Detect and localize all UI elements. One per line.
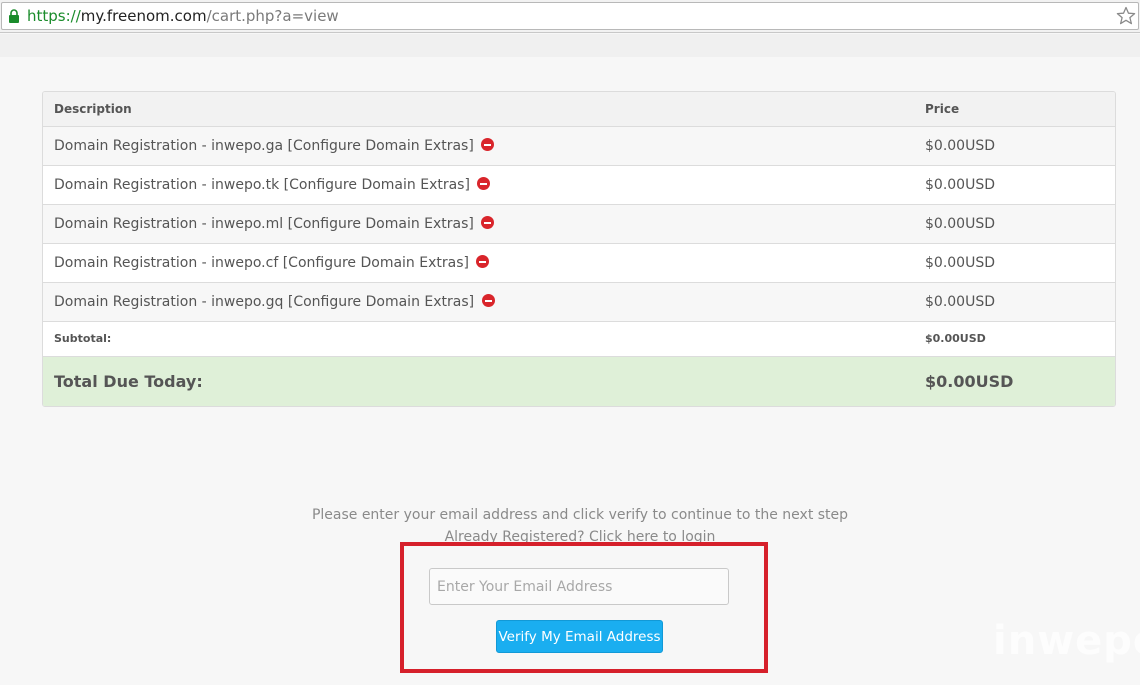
remove-item-icon[interactable] — [481, 294, 495, 307]
url-host: my.freenom.com — [80, 7, 207, 25]
description-column-header: Description — [54, 102, 132, 116]
url-scheme: https:// — [27, 7, 81, 25]
price-column-header: Price — [925, 102, 960, 116]
lock-icon — [9, 9, 19, 23]
cart-item-description: Domain Registration - inwepo.tk [Configu… — [54, 177, 491, 193]
url-text: https://my.freenom.com/cart.php?a=view — [27, 7, 339, 25]
bookmark-star-icon[interactable] — [1116, 6, 1136, 26]
cart-item-price: $0.00USD — [925, 177, 995, 193]
toolbar-strip — [0, 34, 1140, 57]
cart-item-row: Domain Registration - inwepo.tk [Configu… — [43, 166, 1115, 205]
verify-instructions: Please enter your email address and clic… — [311, 507, 849, 523]
cart-item-label[interactable]: Domain Registration - inwepo.ml [Configu… — [54, 216, 474, 232]
url-field[interactable]: https://my.freenom.com/cart.php?a=view — [1, 2, 1139, 30]
cart-item-price: $0.00USD — [925, 138, 995, 154]
subtotal-value: $0.00USD — [925, 332, 986, 345]
remove-item-icon[interactable] — [476, 255, 490, 268]
subtotal-row: Subtotal: $0.00USD — [43, 322, 1115, 357]
verify-email-button[interactable]: Verify My Email Address — [496, 620, 663, 653]
cart-item-price: $0.00USD — [925, 294, 995, 310]
cart-item-row: Domain Registration - inwepo.cf [Configu… — [43, 244, 1115, 283]
highlight-box — [400, 542, 768, 673]
cart-item-description: Domain Registration - inwepo.gq [Configu… — [54, 294, 495, 310]
cart-item-description: Domain Registration - inwepo.ml [Configu… — [54, 216, 495, 232]
cart-item-label[interactable]: Domain Registration - inwepo.ga [Configu… — [54, 138, 474, 154]
cart-item-row: Domain Registration - inwepo.gq [Configu… — [43, 283, 1115, 322]
remove-item-icon[interactable] — [481, 216, 495, 229]
cart-item-row: Domain Registration - inwepo.ml [Configu… — [43, 205, 1115, 244]
cart-table: Description Price Domain Registration - … — [42, 91, 1116, 407]
cart-item-label[interactable]: Domain Registration - inwepo.tk [Configu… — [54, 177, 470, 193]
email-input[interactable] — [429, 568, 729, 605]
browser-address-bar: https://my.freenom.com/cart.php?a=view — [0, 0, 1140, 33]
cart-item-description: Domain Registration - inwepo.ga [Configu… — [54, 138, 495, 154]
remove-item-icon[interactable] — [481, 138, 495, 151]
total-due-row: Total Due Today: $0.00USD — [43, 357, 1115, 406]
cart-item-label[interactable]: Domain Registration - inwepo.cf [Configu… — [54, 255, 469, 271]
remove-item-icon[interactable] — [477, 177, 491, 190]
watermark-logo: inwepo — [993, 618, 1140, 664]
cart-item-price: $0.00USD — [925, 216, 995, 232]
cart-item-row: Domain Registration - inwepo.ga [Configu… — [43, 127, 1115, 166]
total-due-value: $0.00USD — [925, 372, 1014, 391]
url-path: /cart.php?a=view — [206, 7, 339, 25]
cart-item-label[interactable]: Domain Registration - inwepo.gq [Configu… — [54, 294, 474, 310]
subtotal-label: Subtotal: — [54, 332, 112, 345]
total-due-label: Total Due Today: — [54, 372, 203, 391]
cart-item-description: Domain Registration - inwepo.cf [Configu… — [54, 255, 490, 271]
cart-item-price: $0.00USD — [925, 255, 995, 271]
cart-header-row: Description Price — [43, 92, 1115, 127]
